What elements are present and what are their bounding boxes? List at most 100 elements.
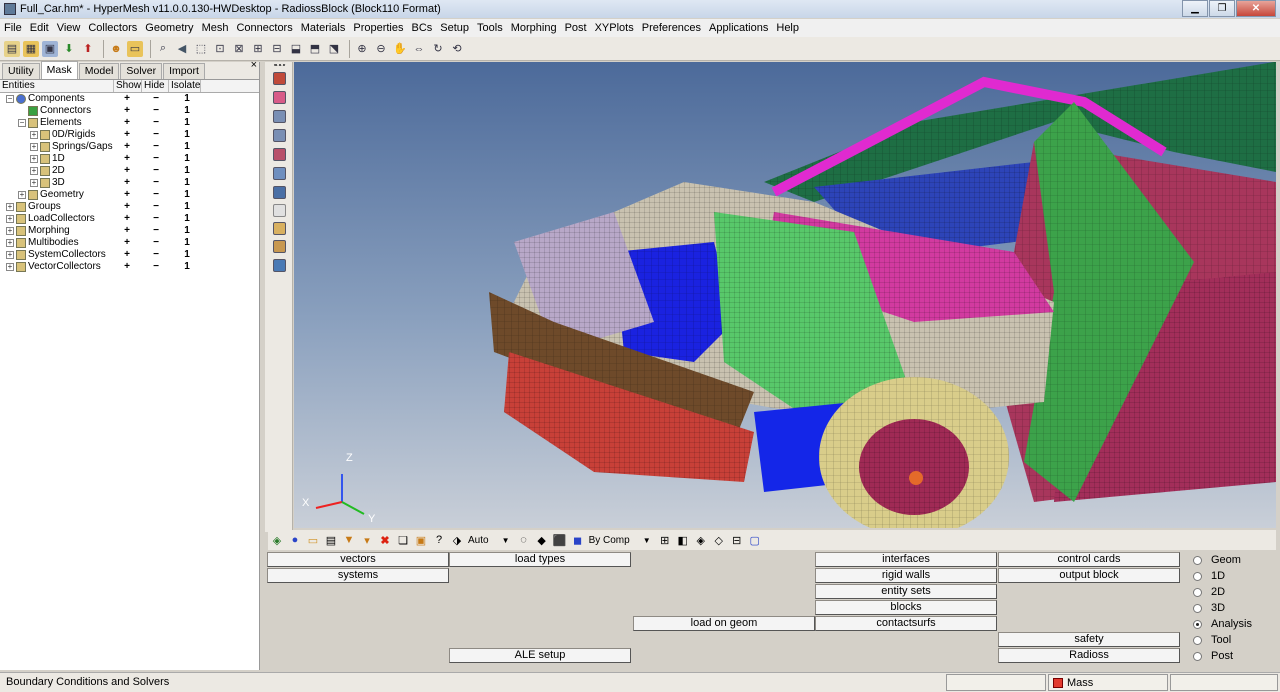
- safety-button[interactable]: safety: [998, 632, 1180, 647]
- display-comps-icon[interactable]: [273, 91, 286, 104]
- move-icon[interactable]: ⇔: [411, 41, 427, 57]
- expand-toggle-icon[interactable]: +: [30, 167, 38, 175]
- hide-toggle[interactable]: −: [151, 201, 161, 213]
- tab-utility[interactable]: Utility: [2, 63, 40, 79]
- display-elements-icon[interactable]: [273, 72, 286, 85]
- isolate-toggle[interactable]: 1: [182, 261, 192, 273]
- show-toggle[interactable]: +: [122, 201, 132, 213]
- interfaces-button[interactable]: interfaces: [815, 552, 997, 567]
- hide-toggle[interactable]: −: [151, 129, 161, 141]
- radio-tool[interactable]: Tool: [1193, 633, 1231, 647]
- expand-toggle-icon[interactable]: +: [6, 251, 14, 259]
- hide-toggle[interactable]: −: [151, 153, 161, 165]
- tree-row[interactable]: + Geometry + − 1: [0, 189, 259, 201]
- hide-toggle[interactable]: −: [151, 177, 161, 189]
- label-abc2-icon[interactable]: [273, 240, 286, 253]
- column-isolate[interactable]: Isolate: [169, 80, 201, 92]
- user-icon[interactable]: ☻: [108, 41, 124, 57]
- rigid-walls-button[interactable]: rigid walls: [815, 568, 997, 583]
- view-right-icon[interactable]: ⊟: [269, 41, 285, 57]
- show-toggle[interactable]: +: [122, 93, 132, 105]
- hide-toggle[interactable]: −: [151, 165, 161, 177]
- menu-properties[interactable]: Properties: [349, 19, 407, 37]
- tree-row[interactable]: + LoadCollectors + − 1: [0, 213, 259, 225]
- expand-toggle-icon[interactable]: +: [30, 179, 38, 187]
- show-toggle[interactable]: +: [122, 213, 132, 225]
- show-toggle[interactable]: +: [122, 177, 132, 189]
- graphics-viewport[interactable]: Z X Y: [294, 62, 1276, 528]
- tree-row[interactable]: + Multibodies + − 1: [0, 237, 259, 249]
- chevron-down-icon[interactable]: ▼: [640, 533, 654, 547]
- bucket-icon[interactable]: ▾: [360, 533, 374, 547]
- new-model-icon[interactable]: ▤: [4, 40, 20, 57]
- display-wireframe-icon[interactable]: [273, 129, 286, 142]
- expand-toggle-icon[interactable]: +: [6, 203, 14, 211]
- isolate-toggle[interactable]: 1: [182, 105, 192, 117]
- display-surface-icon[interactable]: [273, 167, 286, 180]
- tree-row[interactable]: + Morphing + − 1: [0, 225, 259, 237]
- numbers-icon[interactable]: [273, 204, 286, 217]
- hide-toggle[interactable]: −: [151, 93, 161, 105]
- hide-toggle[interactable]: −: [151, 105, 161, 117]
- view-iso-icon[interactable]: ⬓: [288, 41, 304, 57]
- expand-toggle-icon[interactable]: +: [6, 227, 14, 235]
- label-abc-icon[interactable]: [273, 222, 286, 235]
- tree-row[interactable]: +1D + − 1: [0, 153, 259, 165]
- systems-button[interactable]: systems: [267, 568, 449, 583]
- show-toggle[interactable]: +: [122, 261, 132, 273]
- expand-toggle-icon[interactable]: +: [6, 215, 14, 223]
- copy-icon[interactable]: ❏: [396, 533, 410, 547]
- column-hide[interactable]: Hide: [142, 80, 169, 92]
- radio-3d-indicator[interactable]: [1193, 603, 1202, 613]
- zoom-out-icon[interactable]: ⊖: [373, 41, 389, 57]
- delete-icon[interactable]: ✖: [378, 533, 392, 547]
- radio-1d[interactable]: 1D: [1193, 569, 1225, 583]
- vectors-button[interactable]: vectors: [267, 552, 449, 567]
- chevron-down-icon[interactable]: ▼: [499, 533, 513, 547]
- shade-mode-icon[interactable]: ◈: [270, 533, 284, 547]
- show-toggle[interactable]: +: [122, 117, 132, 129]
- menu-morphing[interactable]: Morphing: [507, 19, 561, 37]
- radio-geom-indicator[interactable]: [1193, 555, 1202, 565]
- menu-collectors[interactable]: Collectors: [84, 19, 141, 37]
- sphere-icon[interactable]: ●: [288, 533, 302, 547]
- fit-view-icon[interactable]: ⬚: [193, 41, 209, 57]
- spin-icon[interactable]: ⟲: [449, 41, 465, 57]
- auto-mode-icon[interactable]: ⬗: [450, 533, 464, 547]
- output-block-button[interactable]: output block: [998, 568, 1180, 583]
- show-toggle[interactable]: +: [122, 225, 132, 237]
- tree-row[interactable]: + Groups + − 1: [0, 201, 259, 213]
- paint-icon[interactable]: ▼: [342, 533, 356, 547]
- mesh-lines-icon[interactable]: ⊞: [658, 533, 672, 547]
- tree-row[interactable]: − Components + − 1: [0, 93, 259, 105]
- expand-toggle-icon[interactable]: +: [6, 263, 14, 271]
- open-model-icon[interactable]: ▦: [23, 40, 39, 57]
- tree-row[interactable]: + SystemCollectors + − 1: [0, 249, 259, 261]
- query-icon[interactable]: ?: [432, 533, 446, 547]
- pan-icon[interactable]: ✋: [392, 41, 408, 57]
- tree-row[interactable]: − Elements + − 1: [0, 117, 259, 129]
- menu-tools[interactable]: Tools: [473, 19, 507, 37]
- tab-solver[interactable]: Solver: [120, 63, 163, 79]
- export-icon[interactable]: ⬆: [80, 41, 96, 57]
- show-toggle[interactable]: +: [122, 105, 132, 117]
- tree-row[interactable]: +0D/Rigids + − 1: [0, 129, 259, 141]
- hide-toggle[interactable]: −: [151, 141, 161, 153]
- hide-toggle[interactable]: −: [151, 189, 161, 201]
- hide-toggle[interactable]: −: [151, 117, 161, 129]
- control-cards-button[interactable]: control cards: [998, 552, 1180, 567]
- menu-view[interactable]: View: [53, 19, 85, 37]
- menu-xyplots[interactable]: XYPlots: [591, 19, 638, 37]
- contactsurfs-button[interactable]: contactsurfs: [815, 616, 997, 631]
- shaded-elements-icon[interactable]: ◧: [676, 533, 690, 547]
- tree-row[interactable]: +3D + − 1: [0, 177, 259, 189]
- expand-toggle-icon[interactable]: −: [6, 95, 14, 103]
- isolate-toggle[interactable]: 1: [182, 141, 192, 153]
- view-front-icon[interactable]: ⊡: [212, 41, 228, 57]
- tree-row[interactable]: + VectorCollectors + − 1: [0, 261, 259, 273]
- isolate-toggle[interactable]: 1: [182, 213, 192, 225]
- expand-toggle-icon[interactable]: +: [30, 155, 38, 163]
- show-toggle[interactable]: +: [122, 165, 132, 177]
- menu-materials[interactable]: Materials: [297, 19, 350, 37]
- view-cube-icon[interactable]: ◆: [535, 533, 549, 547]
